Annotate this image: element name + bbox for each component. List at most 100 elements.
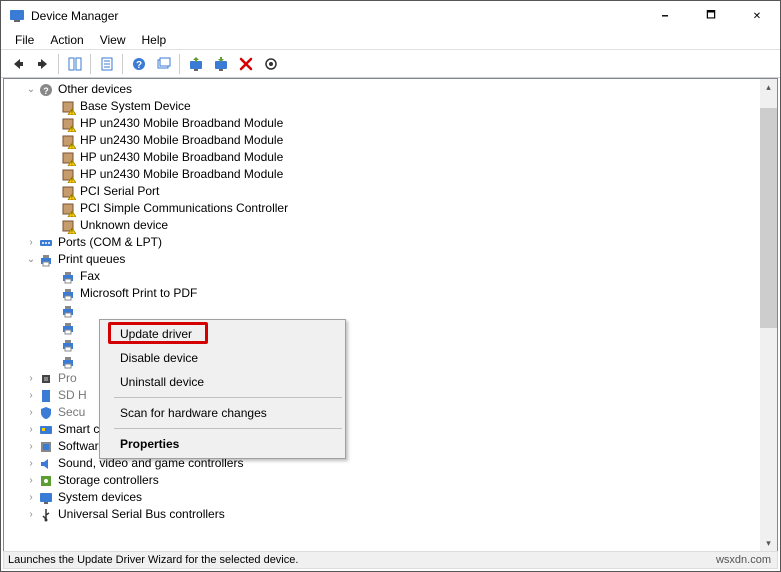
update-driver-button[interactable] bbox=[184, 52, 207, 75]
scroll-thumb[interactable] bbox=[760, 108, 777, 328]
close-button[interactable]: ✕ bbox=[734, 1, 780, 31]
system-icon bbox=[38, 490, 54, 506]
status-text: Launches the Update Driver Wizard for th… bbox=[8, 554, 298, 566]
ports-icon bbox=[38, 235, 54, 251]
ctx-separator bbox=[114, 428, 342, 429]
ctx-disable-device[interactable]: Disable device bbox=[102, 346, 343, 370]
ctx-properties[interactable]: Properties bbox=[102, 432, 343, 456]
smart-card-icon bbox=[38, 422, 54, 438]
expand-icon[interactable]: › bbox=[24, 236, 38, 250]
collapse-icon[interactable]: ⌄ bbox=[24, 83, 38, 97]
tree-node-label: Pro bbox=[58, 370, 77, 387]
back-button[interactable] bbox=[6, 52, 29, 75]
toolbar-separator bbox=[122, 54, 123, 74]
help-button[interactable]: ? bbox=[127, 52, 150, 75]
scroll-track[interactable] bbox=[760, 96, 777, 535]
action-button[interactable] bbox=[152, 52, 175, 75]
printer-icon bbox=[60, 286, 76, 302]
toolbar: ? bbox=[1, 50, 780, 78]
tree-node-label: PCI Simple Communications Controller bbox=[80, 200, 288, 217]
category-print-queues[interactable]: ⌄ Print queues bbox=[6, 251, 777, 268]
device-hp-broadband-2[interactable]: ! HP un2430 Mobile Broadband Module bbox=[6, 132, 777, 149]
device-base-system[interactable]: ! Base System Device bbox=[6, 98, 777, 115]
uninstall-device-button[interactable] bbox=[234, 52, 257, 75]
tree-node-label: Storage controllers bbox=[58, 472, 159, 489]
tree-node-label: Other devices bbox=[58, 81, 132, 98]
tree-node-label: Ports (COM & LPT) bbox=[58, 234, 162, 251]
device-warn-icon: ! bbox=[60, 218, 76, 234]
device-printer-hidden[interactable] bbox=[6, 302, 777, 319]
expand-icon[interactable]: › bbox=[24, 406, 38, 420]
maximize-button[interactable]: 🗖 bbox=[688, 1, 734, 31]
category-other-devices[interactable]: ⌄ ? Other devices bbox=[6, 81, 777, 98]
tree-node-label: Microsoft Print to PDF bbox=[80, 285, 197, 302]
other-devices-icon: ? bbox=[38, 82, 54, 98]
expand-icon[interactable]: › bbox=[24, 474, 38, 488]
toolbar-separator bbox=[90, 54, 91, 74]
scan-hardware-button[interactable] bbox=[259, 52, 282, 75]
minimize-button[interactable]: 🗕 bbox=[642, 1, 688, 31]
device-unknown[interactable]: ! Unknown device bbox=[6, 217, 777, 234]
tree-node-label: HP un2430 Mobile Broadband Module bbox=[80, 132, 283, 149]
category-usb[interactable]: › Universal Serial Bus controllers bbox=[6, 506, 777, 523]
app-icon bbox=[9, 8, 25, 24]
category-storage[interactable]: › Storage controllers bbox=[6, 472, 777, 489]
device-hp-broadband-1[interactable]: ! HP un2430 Mobile Broadband Module bbox=[6, 115, 777, 132]
category-ports[interactable]: › Ports (COM & LPT) bbox=[6, 234, 777, 251]
tree-node-label: System devices bbox=[58, 489, 142, 506]
device-ms-print-pdf[interactable]: Microsoft Print to PDF bbox=[6, 285, 777, 302]
ctx-scan-hardware[interactable]: Scan for hardware changes bbox=[102, 401, 343, 425]
device-fax[interactable]: Fax bbox=[6, 268, 777, 285]
expand-icon[interactable]: › bbox=[24, 491, 38, 505]
expand-icon[interactable]: › bbox=[24, 508, 38, 522]
toolbar-separator bbox=[58, 54, 59, 74]
menu-action[interactable]: Action bbox=[42, 31, 91, 49]
processor-icon bbox=[38, 371, 54, 387]
scroll-up-button[interactable]: ▴ bbox=[760, 79, 777, 96]
menu-view[interactable]: View bbox=[92, 31, 134, 49]
tree-node-label: Base System Device bbox=[80, 98, 191, 115]
printer-icon bbox=[60, 337, 76, 353]
show-hide-console-tree-button[interactable] bbox=[63, 52, 86, 75]
printer-icon bbox=[60, 303, 76, 319]
printer-icon bbox=[38, 252, 54, 268]
device-warn-icon: ! bbox=[60, 116, 76, 132]
expand-icon[interactable]: › bbox=[24, 440, 38, 454]
toolbar-separator bbox=[179, 54, 180, 74]
device-warn-icon: ! bbox=[60, 99, 76, 115]
forward-button[interactable] bbox=[31, 52, 54, 75]
menubar: File Action View Help bbox=[1, 31, 780, 50]
device-hp-broadband-4[interactable]: ! HP un2430 Mobile Broadband Module bbox=[6, 166, 777, 183]
printer-icon bbox=[60, 269, 76, 285]
tree-node-label: HP un2430 Mobile Broadband Module bbox=[80, 166, 283, 183]
watermark: wsxdn.com bbox=[716, 554, 777, 566]
security-icon bbox=[38, 405, 54, 421]
expand-icon[interactable]: › bbox=[24, 372, 38, 386]
context-menu: Update driver Disable device Uninstall d… bbox=[99, 319, 346, 459]
tree-node-label: SD H bbox=[58, 387, 87, 404]
category-system[interactable]: › System devices bbox=[6, 489, 777, 506]
ctx-uninstall-device[interactable]: Uninstall device bbox=[102, 370, 343, 394]
disable-device-button[interactable] bbox=[209, 52, 232, 75]
expand-icon[interactable]: › bbox=[24, 423, 38, 437]
svg-text:?: ? bbox=[43, 86, 49, 96]
device-hp-broadband-3[interactable]: ! HP un2430 Mobile Broadband Module bbox=[6, 149, 777, 166]
printer-icon bbox=[60, 354, 76, 370]
scroll-down-button[interactable]: ▾ bbox=[760, 535, 777, 552]
tree-node-label: Print queues bbox=[58, 251, 125, 268]
device-pci-comm[interactable]: ! PCI Simple Communications Controller bbox=[6, 200, 777, 217]
expand-icon[interactable]: › bbox=[24, 389, 38, 403]
window-controls: 🗕 🗖 ✕ bbox=[642, 1, 780, 31]
vertical-scrollbar[interactable]: ▴ ▾ bbox=[760, 79, 777, 552]
menu-file[interactable]: File bbox=[7, 31, 42, 49]
svg-text:?: ? bbox=[135, 60, 141, 71]
tree-node-label: HP un2430 Mobile Broadband Module bbox=[80, 115, 283, 132]
ctx-update-driver[interactable]: Update driver bbox=[102, 322, 343, 346]
collapse-icon[interactable]: ⌄ bbox=[24, 253, 38, 267]
window-title: Device Manager bbox=[31, 9, 118, 23]
software-icon bbox=[38, 439, 54, 455]
properties-button[interactable] bbox=[95, 52, 118, 75]
expand-icon[interactable]: › bbox=[24, 457, 38, 471]
menu-help[interactable]: Help bbox=[134, 31, 175, 49]
device-pci-serial[interactable]: ! PCI Serial Port bbox=[6, 183, 777, 200]
